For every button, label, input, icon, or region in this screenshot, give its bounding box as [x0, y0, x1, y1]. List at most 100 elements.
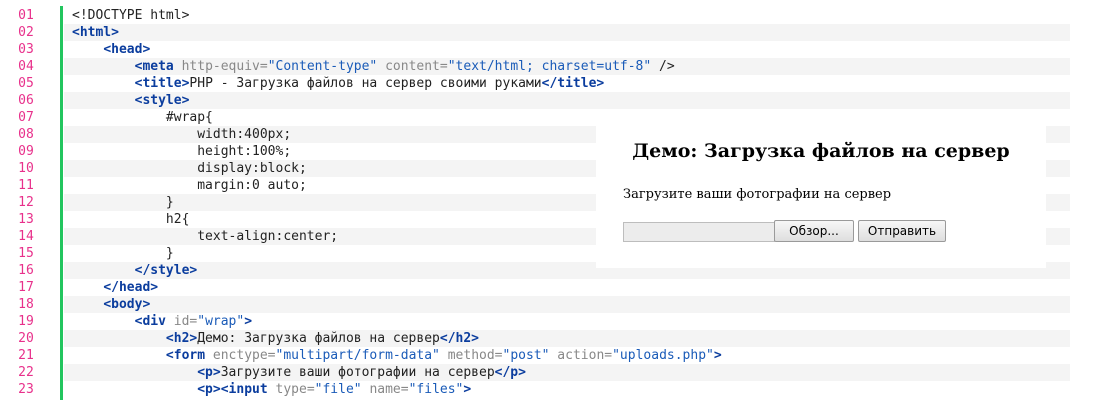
- code-text: margin:0 auto;: [72, 177, 307, 194]
- code-token: text-align:center;: [72, 229, 339, 244]
- code-token: </style>: [134, 263, 198, 278]
- code-text: <head>: [72, 41, 150, 58]
- code-text: height:100%;: [72, 143, 291, 160]
- code-token: #wrap{: [72, 110, 213, 125]
- code-token: <body>: [103, 297, 151, 312]
- code-token: </p>: [494, 365, 526, 380]
- code-token: >: [713, 348, 722, 363]
- code-token: id=: [165, 314, 198, 329]
- code-text: <meta http-equiv="Content-type" content=…: [72, 58, 675, 75]
- code-text: <body>: [72, 296, 150, 313]
- code-text: <div id="wrap">: [72, 313, 252, 330]
- code-line: 23 <p><input type="file" name="files">: [0, 381, 1070, 398]
- code-token: display:block;: [72, 161, 307, 176]
- code-text: </style>: [72, 262, 198, 279]
- browse-button[interactable]: Обзор...: [774, 220, 854, 242]
- line-number: 20: [18, 331, 34, 346]
- line-number: 07: [18, 110, 34, 125]
- code-text: <html>: [72, 24, 119, 41]
- code-token: content=: [377, 59, 448, 74]
- code-text: <h2>Демо: Загрузка файлов на сервер</h2>: [72, 330, 479, 347]
- line-number: 02: [18, 25, 34, 40]
- code-token: h2{: [72, 212, 190, 227]
- code-token: Демо: Загрузка файлов на сервер: [197, 331, 440, 346]
- demo-heading: Демо: Загрузка файлов на сервер: [632, 140, 1010, 162]
- code-line: 06 <style>: [0, 92, 1070, 109]
- code-token: method=: [439, 348, 503, 363]
- code-token: </title>: [541, 76, 605, 91]
- line-number: 10: [18, 161, 34, 176]
- code-token: height:100%;: [72, 144, 292, 159]
- demo-preview: Демо: Загрузка файлов на сервер Загрузит…: [596, 118, 1046, 268]
- code-token: "wrap": [197, 314, 245, 329]
- code-line: 03 <head>: [0, 41, 1070, 58]
- code-line: 17 </head>: [0, 279, 1070, 296]
- code-text: <!DOCTYPE html>: [72, 7, 189, 24]
- code-line: 19 <div id="wrap">: [0, 313, 1070, 330]
- code-text: <style>: [72, 92, 190, 109]
- code-token: Загрузите ваши фотографии на сервер: [220, 365, 495, 380]
- line-number: 09: [18, 144, 34, 159]
- code-token: "files": [408, 382, 464, 397]
- code-token: enctype=: [205, 348, 276, 363]
- code-token: "text/html; charset=utf-8": [447, 59, 652, 74]
- line-number: 19: [18, 314, 34, 329]
- line-number: 23: [18, 382, 34, 397]
- code-text: width:400px;: [72, 126, 291, 143]
- code-line-background: [64, 41, 1070, 58]
- line-number: 17: [18, 280, 34, 295]
- line-number: 08: [18, 127, 34, 142]
- submit-button[interactable]: Отправить: [858, 220, 946, 242]
- code-text: <p>Загрузите ваши фотографии на сервер</…: [72, 364, 526, 381]
- code-token: "file": [314, 382, 362, 397]
- code-token: http-equiv=: [173, 59, 268, 74]
- code-line-background: [64, 296, 1070, 313]
- file-path-field[interactable]: [623, 222, 775, 242]
- code-line-background: [64, 92, 1070, 109]
- code-line-background: [64, 7, 1070, 24]
- code-line-background: [64, 279, 1070, 296]
- code-token: </h2>: [439, 331, 480, 346]
- code-token: "uploads.php": [612, 348, 714, 363]
- line-number: 01: [18, 8, 34, 23]
- code-token: <title>: [134, 76, 190, 91]
- code-token: <meta: [134, 59, 174, 74]
- line-number: 03: [18, 42, 34, 57]
- code-token: <html>: [72, 25, 119, 40]
- code-line: 02 <html>: [0, 24, 1070, 41]
- code-text: text-align:center;: [72, 228, 338, 245]
- code-line: 05 <title>PHP - Загрузка файлов на серве…: [0, 75, 1070, 92]
- code-line: 04 <meta http-equiv="Content-type" conte…: [0, 58, 1070, 75]
- code-token: }: [72, 195, 174, 210]
- code-text: }: [72, 194, 174, 211]
- code-text: h2{: [72, 211, 190, 228]
- code-text: }: [72, 245, 174, 262]
- code-token: width:400px;: [72, 127, 292, 142]
- code-text: </head>: [72, 279, 158, 296]
- code-token: "multipart/form-data": [275, 348, 440, 363]
- code-token: PHP - Загрузка файлов на сервер своими р…: [189, 76, 542, 91]
- code-text: <p><input type="file" name="files">: [72, 381, 471, 398]
- demo-prompt: Загрузите ваши фотографии на сервер: [623, 187, 892, 202]
- code-token: }: [72, 246, 174, 261]
- line-number: 13: [18, 212, 34, 227]
- line-number: 22: [18, 365, 34, 380]
- code-token: <p><input: [197, 382, 268, 397]
- code-token: />: [651, 59, 675, 74]
- line-number: 11: [18, 178, 34, 193]
- code-token: <p>: [197, 365, 221, 380]
- line-number: 04: [18, 59, 34, 74]
- line-number: 12: [18, 195, 34, 210]
- code-token: type=: [267, 382, 315, 397]
- code-token: "Content-type": [267, 59, 378, 74]
- code-token: >: [244, 314, 253, 329]
- code-line: 20 <h2>Демо: Загрузка файлов на сервер</…: [0, 330, 1070, 347]
